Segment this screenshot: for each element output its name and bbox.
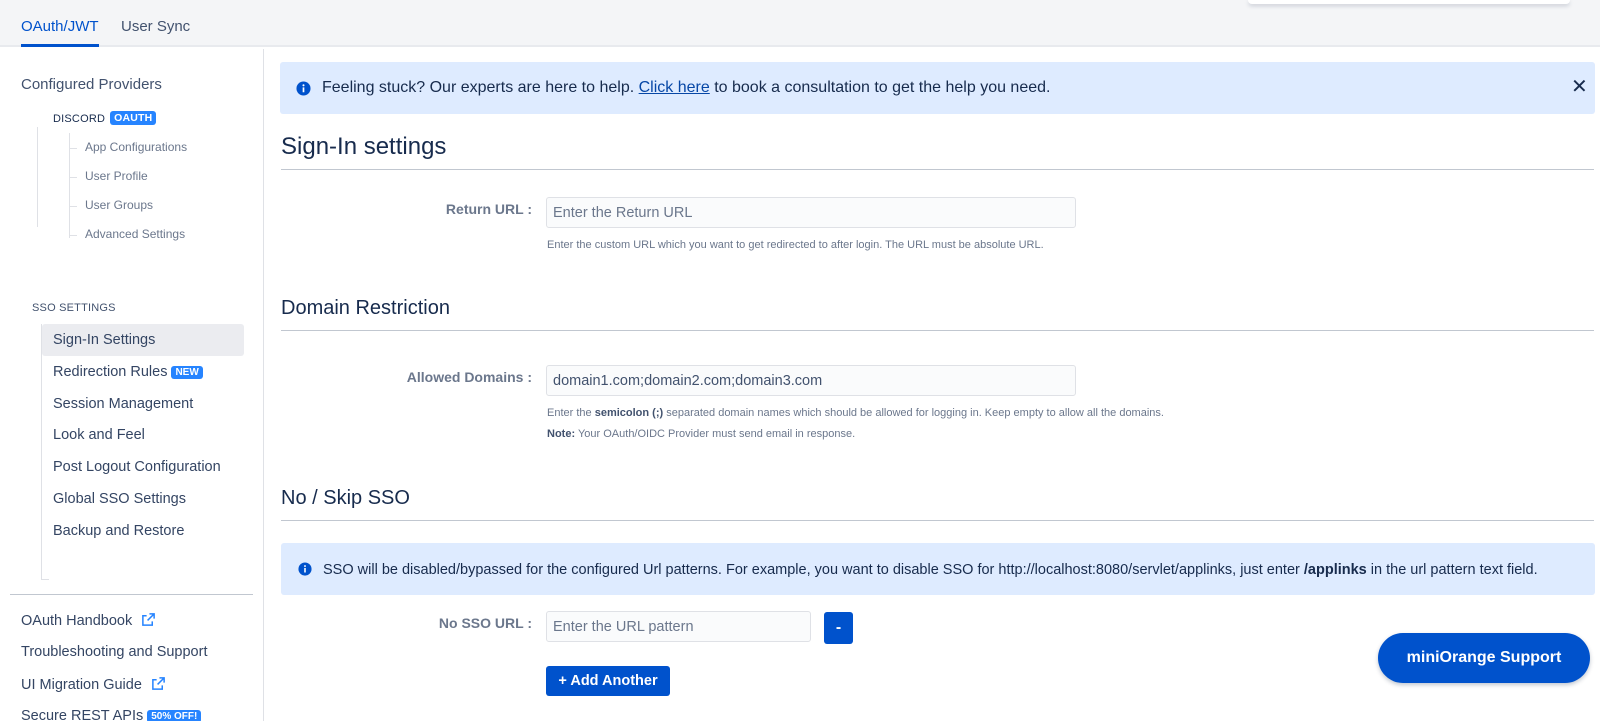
provider-name: DISCORD xyxy=(53,113,106,125)
sidebar-item-look-and-feel[interactable]: Look and Feel xyxy=(53,427,145,443)
tree-line xyxy=(41,324,42,580)
troubleshooting-support-link[interactable]: Troubleshooting and Support xyxy=(21,644,207,660)
new-badge: NEW xyxy=(171,366,203,379)
no-sso-info-text: SSO will be disabled/bypassed for the co… xyxy=(323,562,1538,578)
external-link-icon xyxy=(152,677,165,690)
help-banner: Feeling stuck? Our experts are here to h… xyxy=(280,62,1595,114)
ui-migration-guide-link[interactable]: UI Migration Guide xyxy=(21,676,166,693)
info-text: SSO will be disabled/bypassed for the co… xyxy=(323,562,1300,578)
tree-branch xyxy=(69,148,77,149)
sidebar-item-redirection-rules[interactable]: Redirection Rules NEW xyxy=(53,364,203,380)
oauth-handbook-link[interactable]: OAuth Handbook xyxy=(21,612,156,629)
banner-text-before: Feeling stuck? Our experts are here to h… xyxy=(322,79,635,96)
top-tab-bar: OAuth/JWT User Sync xyxy=(0,0,1600,47)
click-here-link[interactable]: Click here xyxy=(639,79,710,96)
domain-restriction-title: Domain Restriction xyxy=(281,297,450,319)
sidebar-item-backup-and-restore[interactable]: Backup and Restore xyxy=(53,523,184,539)
info-icon xyxy=(298,562,312,576)
sidebar-item-app-configurations[interactable]: App Configurations xyxy=(85,140,187,154)
sidebar-item-global-sso-settings[interactable]: Global SSO Settings xyxy=(53,491,186,507)
sidebar-item-post-logout-configuration[interactable]: Post Logout Configuration xyxy=(53,459,221,475)
banner-text-after: to book a consultation to get the help y… xyxy=(714,79,1051,96)
allowed-domains-help: Enter the semicolon (;) separated domain… xyxy=(547,407,1164,419)
no-sso-url-label: No SSO URL : xyxy=(438,615,532,631)
section-divider xyxy=(281,330,1594,331)
return-url-label: Return URL : xyxy=(445,201,532,217)
allowed-domains-input[interactable] xyxy=(546,365,1076,396)
help-text: separated domain names which should be a… xyxy=(666,407,1164,419)
sidebar-item-label: Redirection Rules xyxy=(53,364,168,380)
link-label: OAuth Handbook xyxy=(21,613,133,629)
sign-in-settings-title: Sign-In settings xyxy=(281,133,447,160)
sidebar-item-user-profile[interactable]: User Profile xyxy=(85,169,148,183)
tab-user-sync[interactable]: User Sync xyxy=(121,18,190,35)
tree-branch xyxy=(41,579,49,580)
link-label: Secure REST APIs xyxy=(21,708,144,721)
sidebar: Configured Providers DISCORD OAUTH App Co… xyxy=(0,49,264,721)
dropdown-panel-edge xyxy=(1248,0,1570,4)
sidebar-item-advanced-settings[interactable]: Advanced Settings xyxy=(85,227,185,241)
no-sso-info-panel: SSO will be disabled/bypassed for the co… xyxy=(281,543,1595,595)
section-divider xyxy=(281,169,1594,170)
tree-line xyxy=(37,127,38,227)
no-skip-sso-title: No / Skip SSO xyxy=(281,487,410,509)
return-url-help: Enter the custom URL which you want to g… xyxy=(547,239,1044,251)
note-text: Your OAuth/OIDC Provider must send email… xyxy=(577,428,856,440)
provider-discord[interactable]: DISCORD OAUTH xyxy=(53,111,157,125)
sso-settings-label: SSO SETTINGS xyxy=(32,302,116,314)
configured-providers-heading[interactable]: Configured Providers xyxy=(21,76,162,93)
add-another-button[interactable]: + Add Another xyxy=(546,666,670,696)
sidebar-item-sign-in-settings[interactable]: Sign-In Settings xyxy=(53,332,155,348)
info-icon xyxy=(296,81,311,96)
link-label: UI Migration Guide xyxy=(21,677,142,693)
help-bold: semicolon (;) xyxy=(594,407,664,419)
info-bold: /applinks xyxy=(1303,562,1367,578)
external-link-icon xyxy=(142,613,156,626)
tree-branch xyxy=(69,206,77,207)
allowed-domains-note: Note: Your OAuth/OIDC Provider must send… xyxy=(547,428,855,440)
oauth-badge: OAUTH xyxy=(110,111,157,125)
help-text: Enter the xyxy=(547,407,592,419)
secure-rest-apis-link[interactable]: Secure REST APIs 50% OFF! xyxy=(21,708,202,721)
miniorange-support-button[interactable]: miniOrange Support xyxy=(1378,633,1590,683)
banner-message: Feeling stuck? Our experts are here to h… xyxy=(322,79,1050,97)
allowed-domains-label: Allowed Domains : xyxy=(406,369,532,385)
tree-branch xyxy=(69,235,77,236)
info-text: in the url pattern text field. xyxy=(1370,562,1538,578)
remove-url-button[interactable]: - xyxy=(824,612,853,644)
sidebar-item-session-management[interactable]: Session Management xyxy=(53,396,193,412)
no-sso-url-input[interactable] xyxy=(546,611,811,642)
note-label: Note: xyxy=(547,428,576,440)
tree-branch xyxy=(69,177,77,178)
sidebar-divider xyxy=(10,594,253,595)
tab-oauth-jwt[interactable]: OAuth/JWT xyxy=(21,18,99,47)
return-url-input[interactable] xyxy=(546,197,1076,228)
close-banner-button[interactable]: ✕ xyxy=(1571,77,1588,97)
sidebar-item-user-groups[interactable]: User Groups xyxy=(85,198,153,212)
discount-badge: 50% OFF! xyxy=(147,710,202,721)
section-divider xyxy=(281,520,1594,521)
